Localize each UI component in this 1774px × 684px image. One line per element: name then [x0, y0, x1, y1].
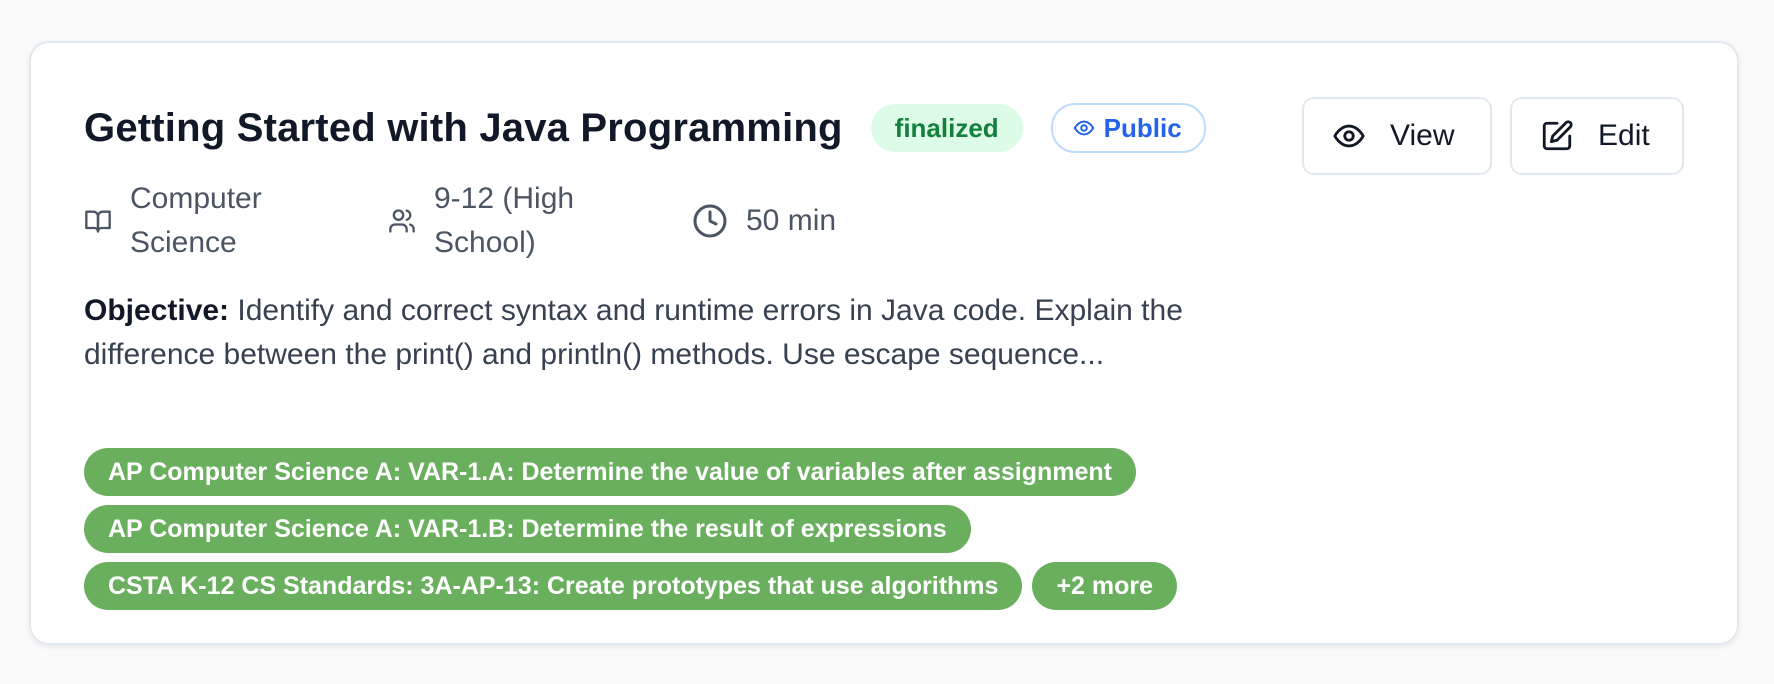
view-button[interactable]: View [1302, 97, 1492, 175]
users-icon [389, 209, 415, 233]
card-actions: View Edit [1302, 97, 1684, 175]
book-open-icon [85, 210, 111, 233]
clock-icon [693, 204, 727, 238]
tag-row: AP Computer Science A: VAR-1.B: Determin… [84, 505, 1334, 553]
grade-meta: 9-12 (High School) [388, 177, 692, 265]
grade-label: 9-12 (High School) [434, 182, 575, 259]
eye-icon [1333, 124, 1365, 148]
more-standards-tag[interactable]: +2 more [1032, 562, 1178, 610]
lesson-meta: Computer Science 9-12 (High School) 50 m… [84, 177, 836, 265]
eye-icon [1073, 120, 1094, 136]
duration-label: 50 min [746, 204, 837, 237]
visibility-label: Public [1103, 112, 1182, 143]
tag-row: AP Computer Science A: VAR-1.A: Determin… [84, 448, 1334, 496]
tag-row: CSTA K-12 CS Standards: 3A-AP-13: Create… [84, 562, 1334, 610]
lesson-title: Getting Started with Java Programming [84, 105, 843, 150]
edit-icon [1542, 120, 1573, 151]
objective-label: Objective: [84, 294, 230, 327]
title-row: Getting Started with Java Programming fi… [84, 103, 1206, 153]
edit-button[interactable]: Edit [1510, 97, 1684, 175]
lesson-card: Getting Started with Java Programming fi… [29, 41, 1739, 645]
standard-tag: CSTA K-12 CS Standards: 3A-AP-13: Create… [84, 562, 1023, 610]
subject-meta: Computer Science [84, 177, 388, 265]
view-button-label: View [1390, 119, 1455, 152]
objective-text: Identify and correct syntax and runtime … [84, 294, 1183, 371]
standard-tag: AP Computer Science A: VAR-1.B: Determin… [84, 505, 971, 553]
subject-label: Computer Science [130, 182, 262, 259]
status-badge: finalized [870, 104, 1023, 152]
visibility-badge: Public [1050, 103, 1206, 153]
edit-button-label: Edit [1598, 119, 1650, 152]
lesson-objective: Objective: Identify and correct syntax a… [84, 289, 1309, 377]
duration-meta: 50 min [692, 199, 836, 243]
standards-tags: AP Computer Science A: VAR-1.A: Determin… [84, 448, 1334, 619]
standard-tag: AP Computer Science A: VAR-1.A: Determin… [84, 448, 1136, 496]
